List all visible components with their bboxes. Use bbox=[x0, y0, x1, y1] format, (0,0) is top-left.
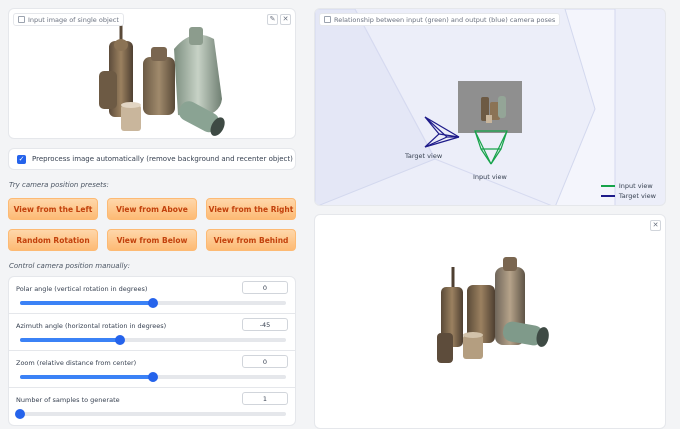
samples-slider: Number of samples to generate 1 bbox=[9, 388, 295, 425]
edit-icon[interactable]: ✎ bbox=[267, 14, 278, 25]
zoom-thumb[interactable] bbox=[148, 372, 158, 382]
azimuth-angle-thumb[interactable] bbox=[114, 335, 125, 345]
output-image-panel[interactable]: ✕ bbox=[314, 214, 666, 429]
legend-target-label: Target view bbox=[618, 192, 656, 200]
samples-thumb[interactable] bbox=[15, 409, 25, 419]
input-object-image bbox=[99, 23, 225, 136]
view-below-button[interactable]: View from Below bbox=[107, 229, 197, 251]
preprocess-label: Preprocess image automatically (remove b… bbox=[32, 155, 293, 163]
zoom-slider: Zoom (relative distance from center) 0 bbox=[9, 351, 295, 388]
camera-pose-panel[interactable]: Relationship between input (green) and o… bbox=[314, 8, 666, 206]
preprocess-checkbox[interactable]: ✓ bbox=[17, 154, 26, 164]
legend-input-swatch bbox=[600, 185, 615, 187]
chart-icon bbox=[324, 16, 331, 23]
target-view-label: Target view bbox=[405, 152, 443, 160]
view-left-button[interactable]: View from the Left bbox=[8, 198, 98, 220]
view-right-button[interactable]: View from the Right bbox=[206, 198, 296, 220]
input-view-label: Input view bbox=[473, 173, 507, 181]
camera-pose-tag-label: Relationship between input (green) and o… bbox=[334, 15, 556, 24]
input-view-camera bbox=[474, 130, 508, 165]
preprocess-option[interactable]: ✓ Preprocess image automatically (remove… bbox=[8, 148, 296, 170]
azimuth-angle-track[interactable] bbox=[20, 335, 286, 345]
close-icon[interactable]: ✕ bbox=[650, 220, 661, 231]
samples-label: Number of samples to generate bbox=[16, 396, 120, 404]
preset-buttons: View from the Left View from Above View … bbox=[8, 198, 296, 251]
presets-heading: Try camera position presets: bbox=[9, 181, 109, 189]
zoom-fill bbox=[20, 375, 153, 379]
app-root: Input image of single object ✎ ✕ ✓ Prepr… bbox=[0, 0, 680, 429]
output-object-image bbox=[437, 257, 549, 363]
input-image-panel[interactable]: Input image of single object ✎ ✕ bbox=[8, 8, 296, 139]
legend-input-label: Input view bbox=[618, 182, 653, 190]
image-icon bbox=[18, 16, 25, 23]
polar-angle-fill bbox=[20, 301, 153, 305]
legend-input-view: Input view bbox=[600, 181, 656, 191]
zoom-track[interactable] bbox=[20, 372, 286, 382]
zoom-label: Zoom (relative distance from center) bbox=[16, 359, 137, 367]
input-image-tag-label: Input image of single object bbox=[28, 15, 119, 24]
samples-track[interactable] bbox=[15, 409, 286, 419]
azimuth-angle-input[interactable]: -45 bbox=[242, 318, 288, 331]
zoom-input[interactable]: 0 bbox=[242, 355, 288, 368]
polar-angle-thumb[interactable] bbox=[148, 298, 158, 308]
input-image-tag: Input image of single object bbox=[13, 13, 124, 26]
polar-angle-label: Polar angle (vertical rotation in degree… bbox=[16, 285, 148, 293]
camera-pose-tag: Relationship between input (green) and o… bbox=[319, 13, 561, 26]
view-behind-button[interactable]: View from Behind bbox=[206, 229, 296, 251]
polar-angle-input[interactable]: 0 bbox=[242, 281, 288, 294]
azimuth-angle-label: Azimuth angle (horizontal rotation in de… bbox=[16, 322, 167, 330]
azimuth-angle-slider: Azimuth angle (horizontal rotation in de… bbox=[9, 314, 295, 351]
slider-group: Polar angle (vertical rotation in degree… bbox=[8, 276, 296, 426]
close-icon[interactable]: ✕ bbox=[280, 14, 291, 25]
manual-heading: Control camera position manually: bbox=[9, 262, 130, 270]
legend-target-swatch bbox=[600, 195, 615, 197]
left-column: Input image of single object ✎ ✕ ✓ Prepr… bbox=[8, 8, 296, 426]
samples-input[interactable]: 1 bbox=[242, 392, 288, 405]
view-above-button[interactable]: View from Above bbox=[107, 198, 197, 220]
polar-angle-track[interactable] bbox=[20, 298, 286, 308]
polar-angle-slider: Polar angle (vertical rotation in degree… bbox=[9, 277, 295, 314]
target-view-camera bbox=[424, 116, 460, 148]
random-rotation-button[interactable]: Random Rotation bbox=[8, 229, 98, 251]
input-image-tools: ✎ ✕ bbox=[267, 14, 291, 25]
legend-target-view: Target view bbox=[600, 191, 656, 201]
azimuth-angle-fill bbox=[20, 338, 120, 342]
output-image-tools: ✕ bbox=[650, 220, 661, 231]
pose-legend: Input view Target view bbox=[600, 181, 656, 201]
